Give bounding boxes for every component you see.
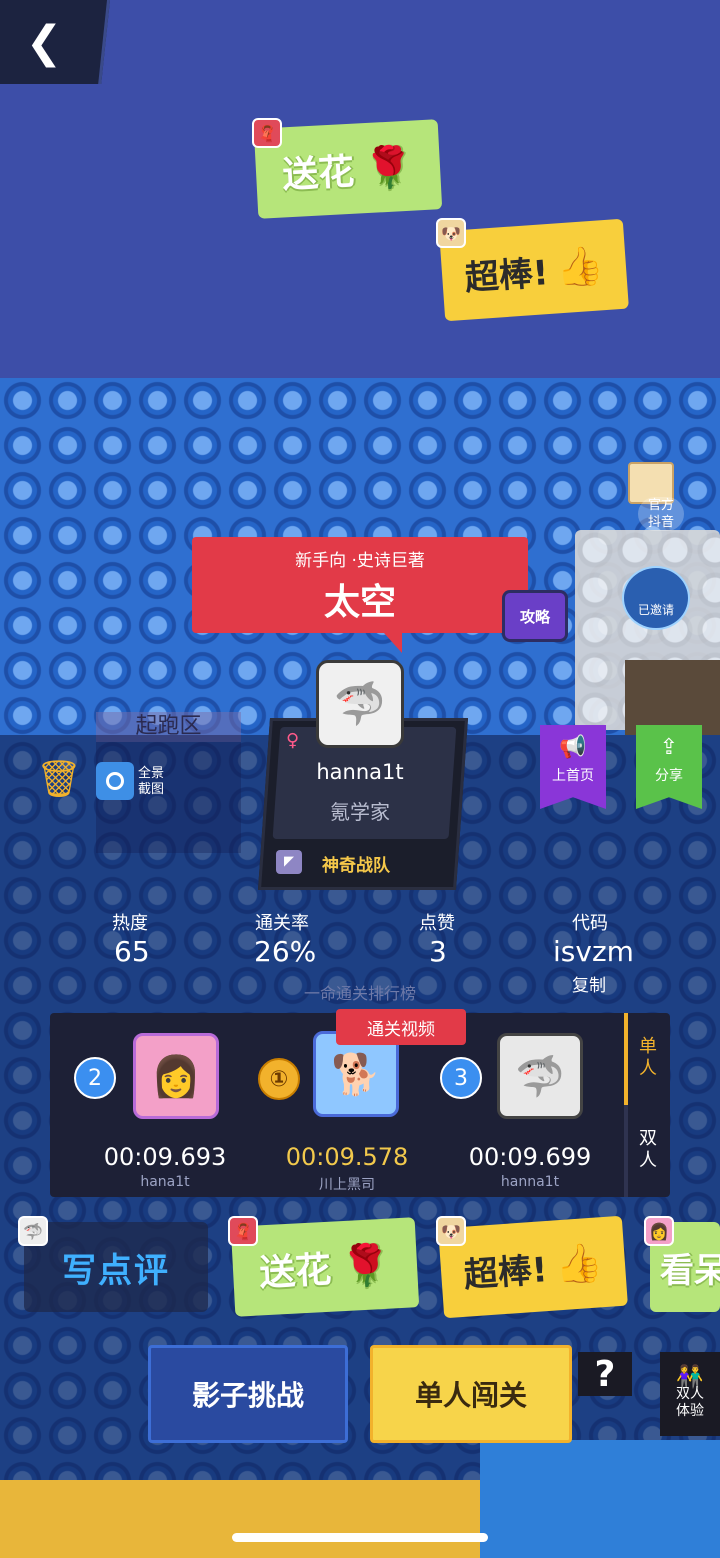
level-title: 太空 xyxy=(323,581,396,623)
stat-clear-rate-value: 26% xyxy=(254,935,317,968)
leaderboard-time-2: 00:09.693 xyxy=(103,1143,227,1171)
tv-icon-label: 攻略 xyxy=(519,607,550,626)
panorama-screenshot-label[interactable]: 全景 截图 xyxy=(138,766,178,798)
thumbs-up-icon: 👍 xyxy=(554,242,605,290)
stat-code-value: isvzm xyxy=(553,935,634,968)
leaderboard-avatar-2[interactable]: 👩 xyxy=(133,1033,219,1119)
stat-heat-label: 热度 xyxy=(112,913,148,934)
rose-icon: 🌹 xyxy=(362,143,416,192)
level-subtitle: 新手向 ·史诗巨著 xyxy=(295,550,425,571)
trash-icon[interactable]: 🗑 xyxy=(36,758,82,802)
sticker-sender-avatar: 🐶 xyxy=(436,1216,466,1246)
mode-tab-duo[interactable]: 双人 xyxy=(632,1128,664,1172)
rank-badge-1: ① xyxy=(258,1058,300,1100)
megaphone-icon: 📢 xyxy=(559,735,587,760)
sticker-sender-avatar: 🐶 xyxy=(436,218,466,248)
write-review-button[interactable]: 写点评 xyxy=(24,1222,208,1312)
level-title-banner: 新手向 ·史诗巨著 太空 xyxy=(192,537,528,653)
thumbs-up-icon: 👍 xyxy=(553,1239,604,1287)
floating-sticker-flower: 送花 🌹 xyxy=(253,119,443,219)
leaderboard-name-2: hana1t xyxy=(140,1174,190,1190)
back-button[interactable]: ❮ xyxy=(22,16,66,68)
creator-avatar[interactable]: 🦈 xyxy=(316,660,404,748)
leaderboard-time-1: 00:09.578 xyxy=(285,1143,409,1171)
two-people-icon: 👫 xyxy=(676,1364,704,1390)
ground-tiles xyxy=(0,1480,480,1558)
floating-sticker-great: 超棒! 👍 xyxy=(439,218,629,322)
send-flower-sticker[interactable]: 送花 🌹 xyxy=(230,1217,420,1317)
question-mark-icon: ? xyxy=(594,1353,616,1395)
share-icon: ⇪ xyxy=(659,735,679,760)
leaderboard-title: 一命通关排行榜 xyxy=(303,984,416,1003)
level-block-decoration-dark xyxy=(625,660,720,735)
water-tiles xyxy=(480,1440,720,1558)
help-button[interactable]: ? xyxy=(578,1352,632,1396)
single-play-button[interactable]: 单人闯关 xyxy=(370,1345,572,1443)
shadow-challenge-button[interactable]: 影子挑战 xyxy=(148,1345,348,1443)
sticker-sender-avatar: 👩 xyxy=(644,1216,674,1246)
stat-code-label: 代码 xyxy=(572,913,608,934)
duo-label: 双人 体验 xyxy=(676,1385,704,1419)
share-label: 分享 xyxy=(655,768,683,784)
duo-experience-button[interactable]: 👫 双人 体验 xyxy=(660,1352,720,1436)
user-avatar: 🦈 xyxy=(18,1216,48,1246)
leaderboard-time-3: 00:09.699 xyxy=(468,1143,592,1171)
sticker-label: 超棒! xyxy=(462,1249,549,1296)
leaderboard-name-1: 川上黑司 xyxy=(319,1177,375,1193)
stat-clear-rate-label: 通关率 xyxy=(255,913,309,934)
creator-name: hanna1t xyxy=(316,760,404,784)
team-name[interactable]: 神奇战队 xyxy=(322,851,390,876)
mode-tab-single[interactable]: 单人 xyxy=(632,1036,664,1080)
stat-likes-value: 3 xyxy=(429,935,447,968)
female-icon: ♀ xyxy=(286,730,300,751)
chevron-left-icon: ❮ xyxy=(25,16,63,68)
stat-heat-value: 65 xyxy=(114,935,150,968)
invited-badge[interactable]: 已邀请 xyxy=(622,566,690,630)
sticker-label: 超棒! xyxy=(463,252,550,299)
stat-likes-label: 点赞 xyxy=(419,913,455,934)
official-douyin-link[interactable]: 官方 抖音 xyxy=(638,497,684,531)
guide-button[interactable]: 攻略 xyxy=(502,590,568,642)
creator-title: 氪学家 xyxy=(330,800,390,824)
share-button[interactable]: ⇪ 分享 xyxy=(636,725,702,809)
sticker-sender-avatar: 🧣 xyxy=(252,118,282,148)
sticker-sender-avatar: 🧣 xyxy=(228,1216,258,1246)
homepage-label: 上首页 xyxy=(552,768,594,784)
sticker-label: 送花 xyxy=(258,1249,333,1295)
sticker-label: 看呆 xyxy=(660,1250,720,1291)
rank-badge-3: 3 xyxy=(440,1057,482,1099)
promote-homepage-button[interactable]: 📢 上首页 xyxy=(540,725,606,809)
leaderboard-name-3: hanna1t xyxy=(500,1174,560,1190)
leaderboard-avatar-3[interactable]: 🦈 xyxy=(497,1033,583,1119)
rank-badge-2: 2 xyxy=(74,1057,116,1099)
mode-active-indicator xyxy=(624,1013,628,1105)
team-flag-icon: ◤ xyxy=(276,850,302,874)
camera-icon[interactable] xyxy=(96,762,134,800)
home-indicator[interactable] xyxy=(232,1533,488,1542)
great-sticker[interactable]: 超棒! 👍 xyxy=(438,1215,628,1319)
sticker-label: 送花 xyxy=(281,151,356,197)
clear-video-tag[interactable]: 通关视频 xyxy=(336,1009,466,1045)
rose-icon: 🌹 xyxy=(339,1241,393,1290)
